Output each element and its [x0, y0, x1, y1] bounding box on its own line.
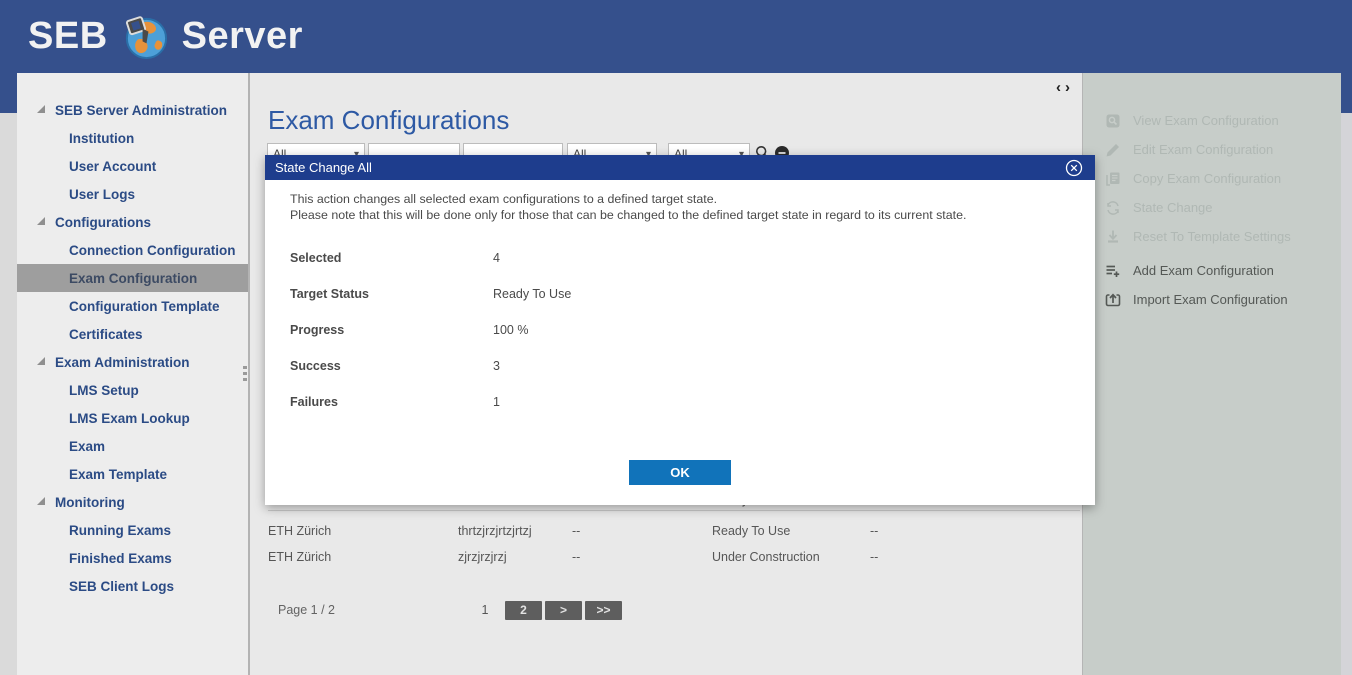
next-page-button[interactable]: > [545, 601, 582, 620]
page-2-button[interactable]: 2 [505, 601, 542, 620]
chevron-left-icon[interactable]: ‹ [1056, 79, 1065, 96]
view-magnifier-icon [1105, 113, 1121, 129]
sidebar-item-institution[interactable]: Institution [17, 124, 248, 152]
sidebar-item-exam[interactable]: Exam [17, 432, 248, 460]
sidebar-item-exam-template[interactable]: Exam Template [17, 460, 248, 488]
action-state-change: State Change [1083, 193, 1341, 222]
sidebar-item-finished-exams[interactable]: Finished Exams [17, 544, 248, 572]
current-page-number: 1 [478, 603, 492, 617]
sidebar-item-exam-configuration[interactable]: Exam Configuration [17, 264, 248, 292]
reset-download-icon [1105, 229, 1121, 245]
sidebar-item-connection-configuration[interactable]: Connection Configuration [17, 236, 248, 264]
import-upload-icon [1105, 292, 1121, 308]
expander-icon[interactable] [37, 217, 45, 225]
sidebar-nav: SEB Server Administration Institution Us… [17, 73, 248, 675]
chevron-right-icon[interactable]: › [1065, 79, 1074, 96]
action-panel: View Exam Configuration Edit Exam Config… [1083, 73, 1341, 675]
sidebar-item-running-exams[interactable]: Running Exams [17, 516, 248, 544]
sidebar-item-certificates[interactable]: Certificates [17, 320, 248, 348]
page-title: Exam Configurations [268, 105, 509, 136]
dialog-description-line1: This action changes all selected exam co… [290, 192, 966, 208]
expander-icon[interactable] [37, 497, 45, 505]
sidebar-item-user-logs[interactable]: User Logs [17, 180, 248, 208]
sidebar-item-lms-exam-lookup[interactable]: LMS Exam Lookup [17, 404, 248, 432]
sidebar-item-seb-client-logs[interactable]: SEB Client Logs [17, 572, 248, 600]
table-row[interactable]: ETH Zürich thrtzjrzjrtzjrtzj -- Ready To… [268, 518, 1080, 544]
page-indicator: Page 1 / 2 [278, 603, 335, 617]
dialog-title: State Change All [275, 160, 1065, 175]
brand-server: Server [182, 15, 303, 58]
pagination-bar: Page 1 / 2 1 2 > >> [250, 601, 1083, 621]
action-edit-exam-configuration: Edit Exam Configuration [1083, 135, 1341, 164]
dialog-description-line2: Please note that this will be done only … [290, 208, 966, 224]
refresh-icon [1105, 200, 1121, 216]
action-copy-exam-configuration: Copy Exam Configuration [1083, 164, 1341, 193]
dialog-description: This action changes all selected exam co… [290, 192, 966, 223]
row-divider [268, 510, 1080, 511]
expander-icon[interactable] [37, 105, 45, 113]
dialog-fields: Selected4 Target StatusReady To Use Prog… [290, 240, 571, 420]
field-failures: Failures1 [290, 384, 571, 420]
app-header: SEB Server [0, 0, 1352, 73]
splitter-grip-icon[interactable] [242, 363, 248, 389]
sidebar-item-configurations[interactable]: Configurations [17, 208, 248, 236]
right-scroll-strip [1341, 73, 1352, 675]
action-import-exam-configuration[interactable]: Import Exam Configuration [1083, 285, 1341, 314]
sidebar-item-user-account[interactable]: User Account [17, 152, 248, 180]
dialog-title-bar: State Change All [265, 155, 1095, 180]
pencil-icon [1105, 142, 1121, 158]
ok-button[interactable]: OK [629, 460, 731, 485]
content-collapse-arrows[interactable]: ‹› [1056, 79, 1074, 96]
left-gutter [0, 73, 17, 675]
sidebar-item-lms-setup[interactable]: LMS Setup [17, 376, 248, 404]
sidebar-item-configuration-template[interactable]: Configuration Template [17, 292, 248, 320]
field-selected: Selected4 [290, 240, 571, 276]
sidebar-item-exam-administration[interactable]: Exam Administration [17, 348, 248, 376]
expander-icon[interactable] [37, 357, 45, 365]
add-list-icon [1105, 263, 1121, 279]
table-row[interactable]: ETH Zürich zjrzjrzjrzj -- Under Construc… [268, 544, 1080, 570]
copy-icon [1105, 171, 1121, 187]
right-navy-block [1341, 73, 1352, 113]
field-target-status: Target StatusReady To Use [290, 276, 571, 312]
sidebar-item-seb-server-administration[interactable]: SEB Server Administration [17, 96, 248, 124]
field-success: Success3 [290, 348, 571, 384]
globe-lock-icon [122, 13, 169, 60]
left-navy-block [0, 73, 17, 113]
last-page-button[interactable]: >> [585, 601, 622, 620]
state-change-all-dialog: State Change All This action changes all… [265, 155, 1095, 505]
action-view-exam-configuration: View Exam Configuration [1083, 106, 1341, 135]
field-progress: Progress100 % [290, 312, 571, 348]
sidebar-item-monitoring[interactable]: Monitoring [17, 488, 248, 516]
action-reset-to-template-settings: Reset To Template Settings [1083, 222, 1341, 251]
brand-seb: SEB [28, 15, 108, 58]
action-add-exam-configuration[interactable]: Add Exam Configuration [1083, 256, 1341, 285]
close-icon[interactable] [1065, 159, 1083, 177]
